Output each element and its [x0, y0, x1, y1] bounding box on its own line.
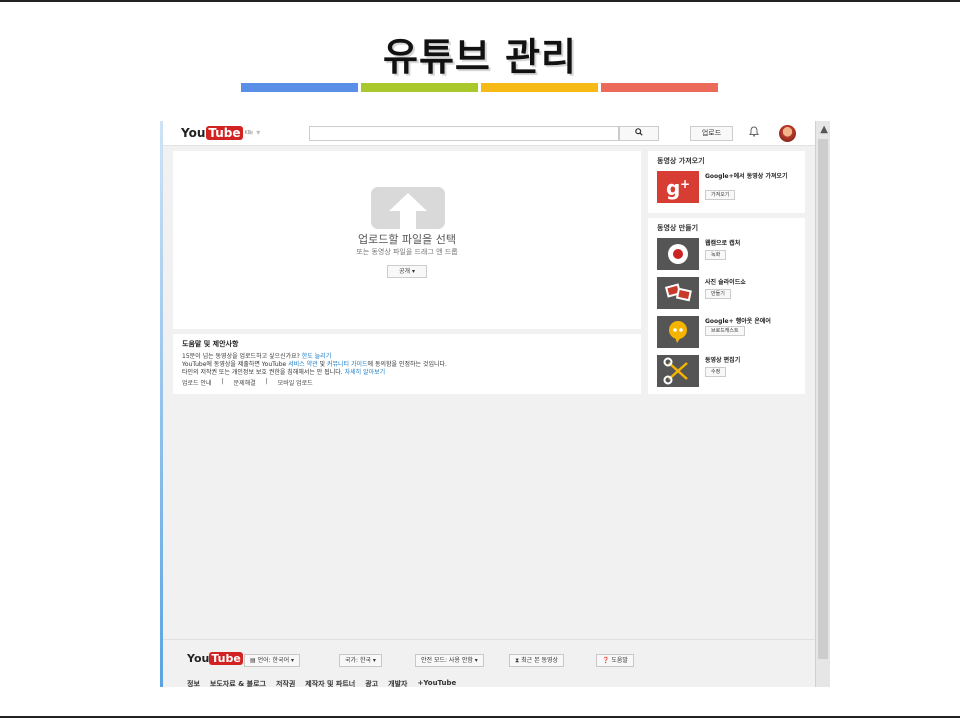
help-card: 도움말 및 제안사항 15분이 넘는 동영상을 업로드하고 싶으신가요? 한도 …	[173, 334, 641, 394]
footer-youtube-logo[interactable]: You Tube	[187, 652, 243, 665]
language-select[interactable]: ▤ 언어: 한국어 ▾	[244, 654, 301, 667]
footer-link-developers[interactable]: 개발자	[388, 679, 407, 687]
svg-text:+: +	[680, 177, 690, 191]
import-button[interactable]: 가져오기	[705, 190, 736, 200]
footer-link-creators[interactable]: 제작자 및 파트너	[305, 679, 355, 687]
troubleshoot-link[interactable]: 문제해결	[234, 378, 256, 387]
logo-you: You	[181, 126, 206, 140]
logo-tube: Tube	[206, 126, 243, 140]
footer-link-plus-youtube[interactable]: +YouTube	[417, 679, 456, 687]
help-line-3-text: 타인의 저작권 또는 개인정보 보호 권한을 침해해서는 안 됩니다.	[182, 369, 345, 376]
window-edge	[160, 121, 163, 687]
upload-title[interactable]: 업로드할 파일을 선택	[173, 231, 641, 247]
footer-logo-you: You	[187, 652, 210, 665]
privacy-dropdown[interactable]: 공개 ▾	[387, 265, 427, 278]
svg-text:g: g	[666, 176, 680, 200]
upload-arrow-icon[interactable]	[371, 187, 445, 229]
youtube-logo[interactable]: You Tube KR	[181, 126, 251, 140]
color-bar-yellow	[481, 83, 598, 92]
masthead: You Tube KR ≡ ▾ 업로드	[163, 121, 815, 146]
webcam-record-icon	[657, 238, 699, 270]
search-input[interactable]	[309, 126, 619, 141]
webcam-label: 웹캠으로 캡처	[705, 240, 741, 247]
hangout-label: Google+ 행아웃 온에어	[705, 318, 771, 325]
youtube-upload-screenshot: You Tube KR ≡ ▾ 업로드 업로드할 파일을 선택 또는 동영상 파일을…	[160, 121, 830, 687]
country-select[interactable]: 국가: 한국 ▾	[339, 654, 382, 667]
footer-link-copyright[interactable]: 저작권	[276, 679, 295, 687]
color-bar-green	[361, 83, 478, 92]
footer: You Tube ▤ 언어: 한국어 ▾ 국가: 한국 ▾ 안전 모드: 사용 안…	[163, 639, 815, 687]
editor-label: 동영상 편집기	[705, 357, 741, 364]
vertical-scrollbar[interactable]: ▲	[815, 121, 830, 687]
import-heading: 동영상 가져오기	[657, 157, 705, 165]
create-heading: 동영상 만들기	[657, 224, 699, 232]
google-plus-icon: g +	[657, 171, 699, 203]
safety-mode-select[interactable]: 안전 모드: 사용 안함 ▾	[415, 654, 484, 667]
footer-link-advertise[interactable]: 광고	[365, 679, 378, 687]
language-label: 언어: 한국어 ▾	[257, 657, 295, 664]
globe-icon: ▤	[250, 657, 258, 664]
create-slideshow-button[interactable]: 만들기	[705, 289, 731, 299]
guide-menu-icon[interactable]: ≡ ▾	[247, 128, 260, 137]
create-item-hangout: Google+ 행아웃 온에어 브로드캐스트	[657, 316, 802, 348]
learn-more-link[interactable]: 자세히 알아보기	[345, 369, 386, 376]
scroll-thumb[interactable]	[818, 139, 828, 659]
history-label: 최근 본 동영상	[521, 657, 559, 664]
footer-logo-tube: Tube	[209, 652, 243, 665]
color-bar-blue	[241, 83, 358, 92]
scroll-up-icon[interactable]: ▲	[820, 124, 828, 135]
slideshow-icon	[657, 277, 699, 309]
top-rule	[0, 0, 960, 2]
color-bar-red	[601, 83, 718, 92]
upload-guide-link[interactable]: 업로드 안내	[182, 378, 212, 387]
bottom-rule	[0, 716, 960, 718]
import-card: 동영상 가져오기 g + Google+에서 동영상 가져오기 가져오기	[648, 151, 805, 213]
color-bar	[241, 83, 718, 92]
help-title: 도움말 및 제안사항	[182, 340, 239, 348]
search-icon	[635, 128, 643, 136]
record-button[interactable]: 녹화	[705, 250, 727, 260]
avatar[interactable]	[779, 125, 796, 142]
footer-link-about[interactable]: 정보	[187, 679, 200, 687]
import-item-label: Google+에서 동영상 가져오기	[705, 173, 788, 180]
help-line-3: 타인의 저작권 또는 개인정보 보호 권한을 침해해서는 안 됩니다. 자세히 …	[182, 367, 385, 376]
bell-icon[interactable]	[749, 126, 759, 140]
create-item-slideshow: 사진 슬라이드쇼 만들기	[657, 277, 802, 309]
footer-links: 정보 보도자료 & 블로그 저작권 제작자 및 파트너 광고 개발자 +YouT…	[187, 679, 456, 687]
help-links: 업로드 안내 | 문제해결 | 모바일 업로드	[182, 378, 313, 387]
slide: 유튜브 관리 You Tube KR ≡ ▾ 업로드 업로드할 파일을 선택 또…	[0, 0, 960, 720]
slideshow-label: 사진 슬라이드쇼	[705, 279, 746, 286]
create-item-webcam: 웹캠으로 캡처 녹화	[657, 238, 802, 270]
upload-card: 업로드할 파일을 선택 또는 동영상 파일을 드래그 앤 드롭 공개 ▾	[173, 151, 641, 329]
broadcast-button[interactable]: 브로드캐스트	[705, 326, 745, 336]
create-card: 동영상 만들기 웹캠으로 캡처 녹화 사진 슬라이드쇼 만들기 Google+ …	[648, 218, 805, 394]
help-label: 도움말	[611, 657, 628, 664]
slide-title: 유튜브 관리	[382, 35, 578, 79]
history-button[interactable]: ⧗ 최근 본 동영상	[509, 654, 565, 667]
scissors-icon	[657, 355, 699, 387]
footer-link-press[interactable]: 보도자료 & 블로그	[210, 679, 266, 687]
separator: |	[221, 378, 224, 385]
mobile-upload-link[interactable]: 모바일 업로드	[278, 378, 313, 387]
help-icon: ❓	[602, 657, 612, 664]
search-button[interactable]	[619, 126, 659, 141]
help-button[interactable]: ❓ 도움말	[596, 654, 634, 667]
create-item-editor: 동영상 편집기 수정	[657, 355, 802, 387]
edit-button[interactable]: 수정	[705, 367, 727, 377]
upload-subtitle: 또는 동영상 파일을 드래그 앤 드롭	[356, 248, 458, 256]
hangout-icon	[657, 316, 699, 348]
separator: |	[265, 378, 268, 385]
upload-button[interactable]: 업로드	[690, 126, 733, 141]
import-item-google-plus: g + Google+에서 동영상 가져오기 가져오기	[657, 171, 802, 203]
